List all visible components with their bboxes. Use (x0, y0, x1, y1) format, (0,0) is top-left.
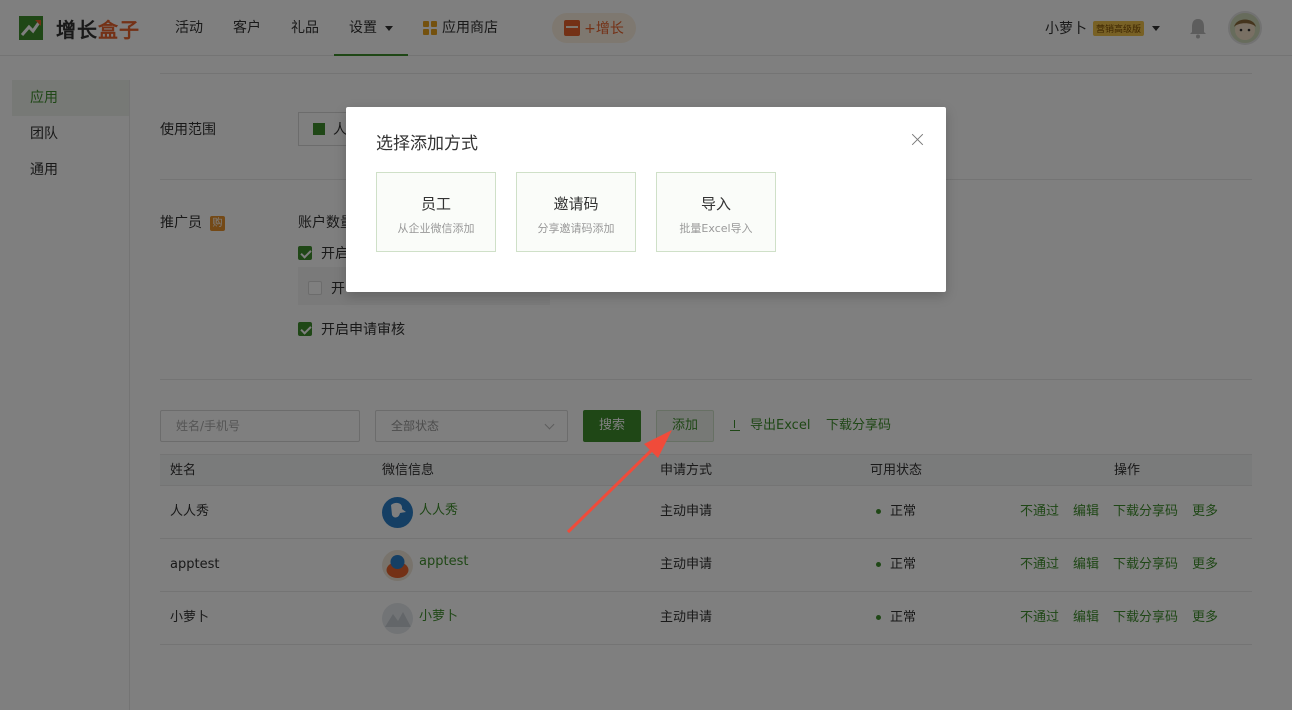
close-icon[interactable] (911, 133, 925, 147)
dialog-title: 选择添加方式 (376, 134, 478, 154)
option-title: 邀请码 (553, 195, 599, 213)
option-employee[interactable]: 员工 从企业微信添加 (376, 172, 496, 252)
option-subtitle: 从企业微信添加 (397, 222, 475, 235)
option-title: 导入 (700, 195, 731, 213)
annotation-arrow-icon (566, 430, 672, 534)
option-import[interactable]: 导入 批量Excel导入 (656, 172, 776, 252)
option-invite-code[interactable]: 邀请码 分享邀请码添加 (516, 172, 636, 252)
option-subtitle: 分享邀请码添加 (537, 222, 615, 235)
add-method-dialog: 选择添加方式 员工 从企业微信添加 邀请码 分享邀请码添加 导入 批量Excel… (346, 107, 946, 292)
option-title: 员工 (420, 195, 451, 213)
option-subtitle: 批量Excel导入 (679, 222, 753, 235)
